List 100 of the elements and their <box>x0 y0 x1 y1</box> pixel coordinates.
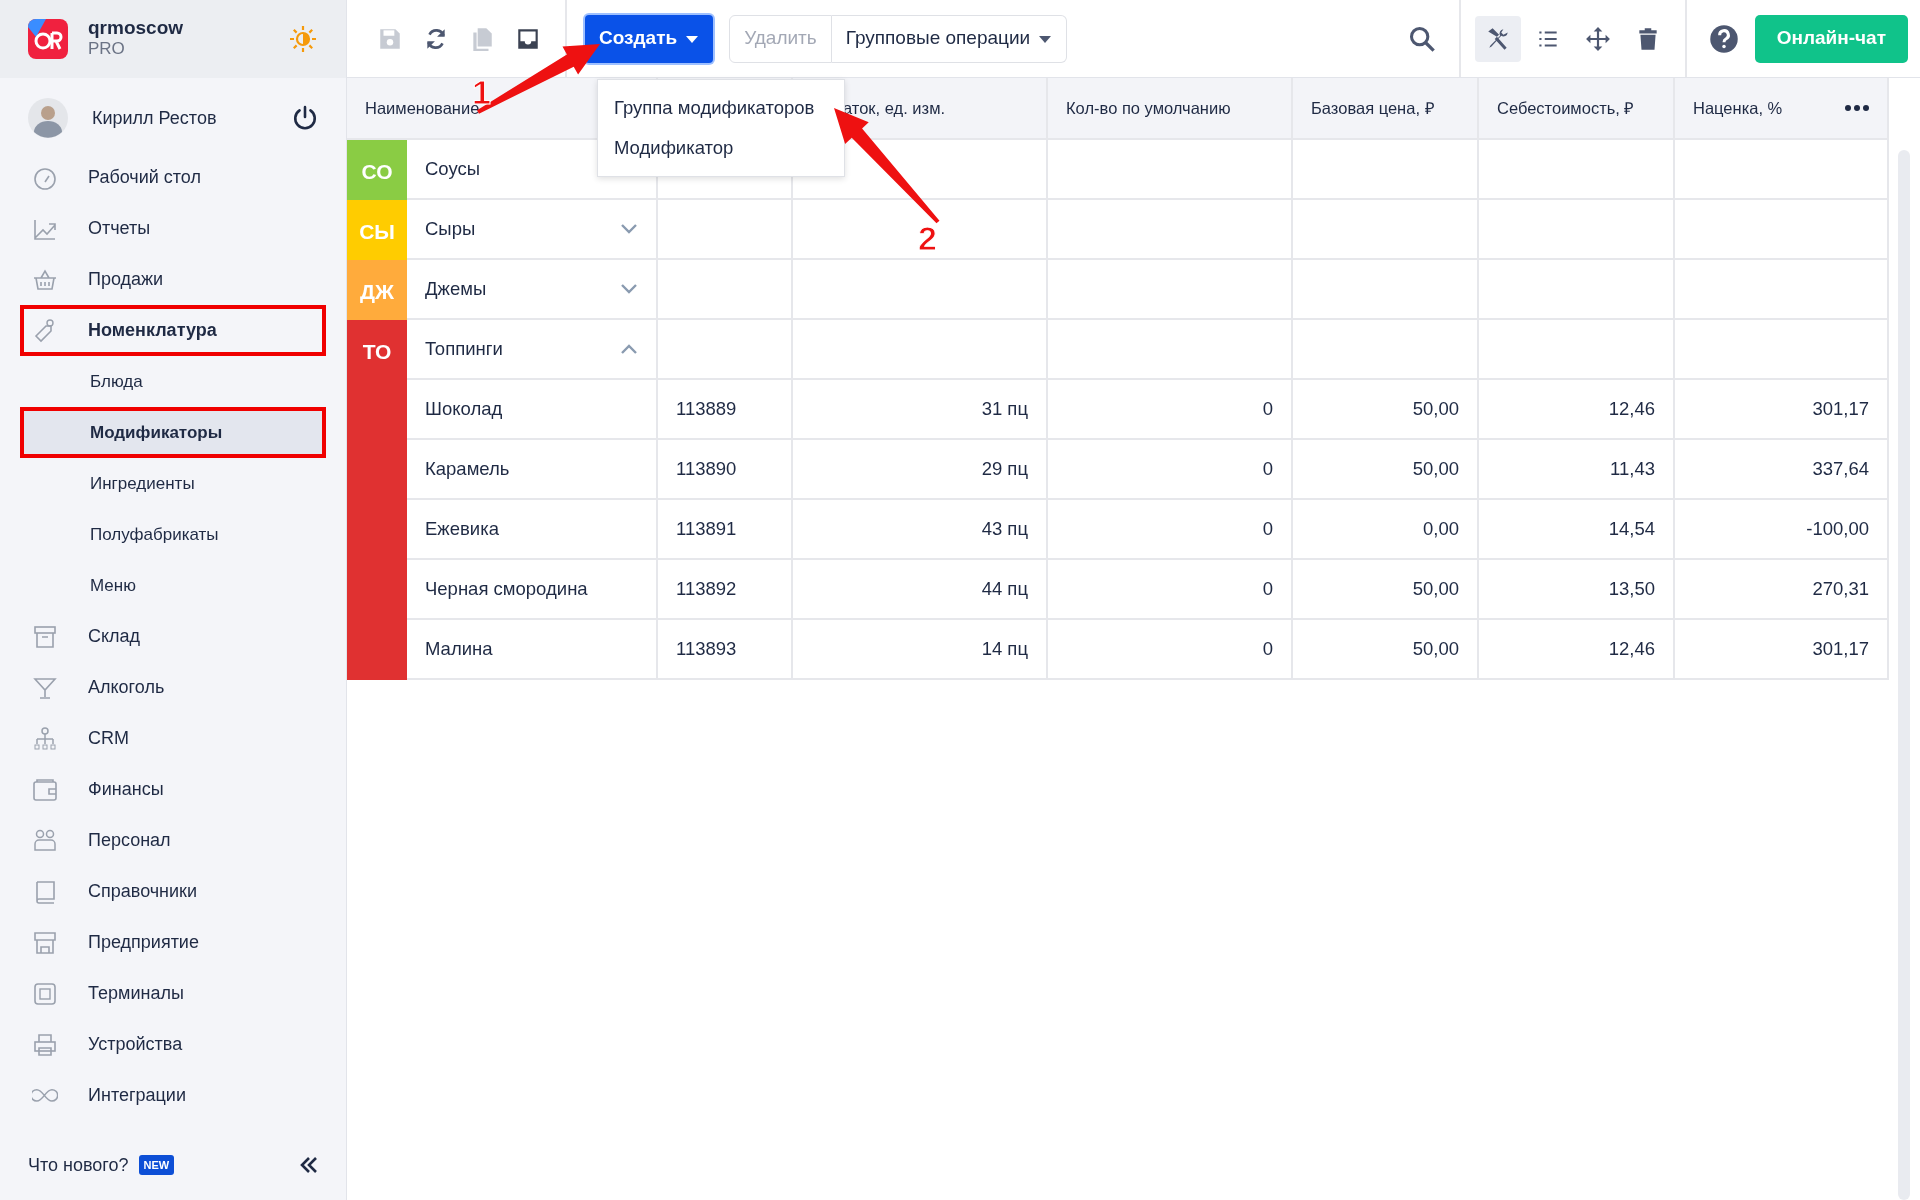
sidebar-item[interactable]: Номенклатура <box>20 305 326 356</box>
search-icon <box>1407 24 1436 53</box>
shop-icon <box>32 929 58 956</box>
sidebar-item-label: Рабочий стол <box>88 166 201 189</box>
sidebar-subitem[interactable]: Ингредиенты <box>20 458 326 509</box>
table-cell: 0 <box>1048 500 1293 560</box>
table-cell: 301,17 <box>1675 380 1889 440</box>
wallet-icon <box>32 776 58 803</box>
table-cell: -100,00 <box>1675 500 1889 560</box>
table-cell: 14 пц <box>793 620 1048 680</box>
table-cell: 14,54 <box>1479 500 1675 560</box>
sidebar-item[interactable]: Устройства <box>20 1019 326 1070</box>
table-cell: 43 пц <box>793 500 1048 560</box>
sidebar-item[interactable]: Отчеты <box>20 203 326 254</box>
logo-icon <box>28 19 68 59</box>
table-cell: 12,46 <box>1479 620 1675 680</box>
sidebar-item[interactable]: Склад <box>20 611 326 662</box>
table-cell: 270,31 <box>1675 560 1889 620</box>
table-cell: 301,17 <box>1675 620 1889 680</box>
sidebar-item[interactable]: Продажи <box>20 254 326 305</box>
table-cell: 0 <box>1048 440 1293 500</box>
collapse-icon[interactable] <box>298 1155 318 1175</box>
sidebar-item-label: Алкоголь <box>88 676 165 699</box>
table-cell: 337,64 <box>1675 440 1889 500</box>
group-name: Джемы <box>425 277 487 302</box>
brand-name: qrmoscow <box>88 18 184 40</box>
table-cell: 11,43 <box>1479 440 1675 500</box>
group-badge: СЫ <box>347 200 407 260</box>
chevron-up-icon[interactable] <box>620 343 638 355</box>
sidebar-item[interactable]: CRM <box>20 713 326 764</box>
sidebar-item-label: Склад <box>88 625 141 648</box>
group-name: Сыры <box>425 217 476 242</box>
sidebar-item-label: Продажи <box>88 268 164 291</box>
caret-icon <box>685 33 700 44</box>
table-cell: Черная смородина <box>407 560 658 620</box>
sidebar-item-label: Финансы <box>88 778 164 801</box>
sidebar-item[interactable]: Рабочий стол <box>20 152 326 203</box>
table-cell: 0,00 <box>1293 500 1479 560</box>
annotation-number: 2 <box>918 219 937 257</box>
table-cell: Ежевика <box>407 500 658 560</box>
sidebar-item-label: Справочники <box>88 880 198 903</box>
tools-button[interactable] <box>1474 15 1521 62</box>
move-icon <box>1584 25 1611 52</box>
theme-toggle-icon[interactable] <box>288 24 318 54</box>
group-badge: СО <box>347 140 407 200</box>
sidebar-subitem[interactable]: Блюда <box>20 356 326 407</box>
sidebar-item-label: Устройства <box>88 1033 183 1056</box>
column-header: Кол-во по умолчанию <box>1048 78 1293 140</box>
table-cell: 50,00 <box>1293 560 1479 620</box>
table-cell: 113892 <box>658 560 793 620</box>
help-icon <box>1708 23 1739 54</box>
printer-icon <box>32 1031 58 1058</box>
table-cell: 113889 <box>658 380 793 440</box>
sidebar-item-label: CRM <box>88 727 129 750</box>
sidebar-item[interactable]: Предприятие <box>20 917 326 968</box>
table-cell: 29 пц <box>793 440 1048 500</box>
people-icon <box>32 827 58 854</box>
table-cell: 12,46 <box>1479 380 1675 440</box>
column-header: Базовая цена, ₽ <box>1293 78 1479 140</box>
chevron-down-icon[interactable] <box>620 283 638 295</box>
sidebar-subitem[interactable]: Модификаторы <box>20 407 326 458</box>
more-icon <box>1845 105 1869 111</box>
group-operations-button[interactable]: Групповые операции <box>831 14 1068 63</box>
group-name: Соусы <box>425 157 481 182</box>
table-cell: 113893 <box>658 620 793 680</box>
table-cell: 113891 <box>658 500 793 560</box>
table-cell: 13,50 <box>1479 560 1675 620</box>
group-badge: ТО <box>347 320 407 680</box>
user-name: Кирилл Рестов <box>92 106 217 130</box>
sidebar-subitem[interactable]: Меню <box>20 560 326 611</box>
qr-frame-icon <box>32 980 58 1007</box>
sidebar-item[interactable]: Алкоголь <box>20 662 326 713</box>
whats-new-link[interactable]: Что нового? <box>28 1151 129 1179</box>
sidebar-item[interactable]: Персонал <box>20 815 326 866</box>
sidebar-item[interactable]: Интеграции <box>20 1070 326 1121</box>
caret-icon <box>1038 33 1053 44</box>
table-cell: 50,00 <box>1293 620 1479 680</box>
column-header: Наценка, % <box>1693 97 1783 119</box>
avatar-icon <box>28 98 68 138</box>
hierarchy-icon <box>32 725 58 752</box>
sidebar-item[interactable]: Терминалы <box>20 968 326 1019</box>
table-cell: Шоколад <box>407 380 658 440</box>
sidebar-item[interactable]: Финансы <box>20 764 326 815</box>
new-badge: NEW <box>138 1154 175 1176</box>
table-cell: 44 пц <box>793 560 1048 620</box>
sidebar-subitem[interactable]: Полуфабрикаты <box>20 509 326 560</box>
table-cell: Карамель <box>407 440 658 500</box>
sidebar-item-label: Интеграции <box>88 1084 186 1107</box>
sidebar-item-label: Номенклатура <box>88 319 217 342</box>
chevron-down-icon[interactable] <box>620 223 638 235</box>
power-icon[interactable] <box>292 105 318 131</box>
sidebar-item[interactable]: Справочники <box>20 866 326 917</box>
table-cell: 0 <box>1048 620 1293 680</box>
group-badge: ДЖ <box>347 260 407 320</box>
table-cell: 113890 <box>658 440 793 500</box>
group-name: Топпинги <box>425 337 503 362</box>
table-cell: 50,00 <box>1293 380 1479 440</box>
create-button[interactable]: Создать <box>585 14 714 63</box>
sidebar-item-label: Отчеты <box>88 217 151 240</box>
archive-box-icon <box>32 623 58 650</box>
